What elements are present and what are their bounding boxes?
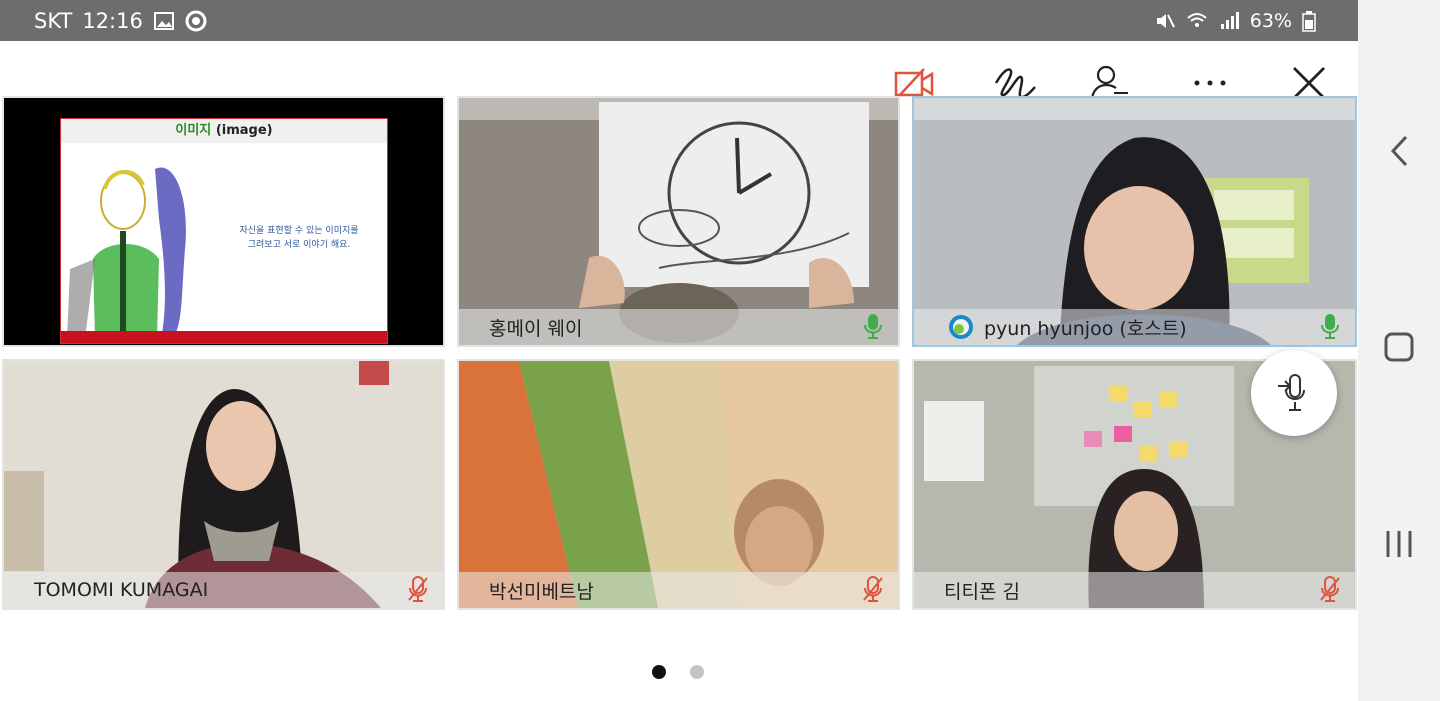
video-tile[interactable]: 홍메이 웨이 [457, 96, 900, 347]
participant-name: pyun hyunjoo (호스트) [984, 317, 1187, 340]
participant-name-bar: 홍메이 웨이 [459, 309, 898, 345]
gallery-icon [153, 10, 175, 32]
battery-icon [1302, 10, 1324, 32]
floating-exit-button[interactable] [1251, 350, 1337, 436]
page-dot-active[interactable] [652, 665, 666, 679]
clock: 12:16 [82, 8, 143, 33]
system-nav-bar [1358, 0, 1440, 701]
slide-title: 이미지 (image) [61, 119, 387, 143]
slide-title-english: (image) [215, 123, 273, 138]
carrier-label: SKT [34, 8, 73, 33]
mic-muted-icon [1320, 576, 1340, 602]
presentation-slide: 이미지 (image) 자신을 표현할 수 있는 이미지를 그려보고 서로 이야… [60, 118, 388, 344]
mic-muted-icon [408, 576, 428, 602]
home-icon[interactable] [1358, 317, 1440, 377]
participant-name-bar: TOMOMI KUMAGAI [4, 572, 443, 608]
page-dot-inactive[interactable] [690, 665, 704, 679]
wifi-icon [1186, 10, 1208, 32]
back-icon[interactable] [1358, 121, 1440, 181]
active-speaker-tile[interactable]: pyun hyunjoo (호스트) [912, 96, 1357, 347]
signal-icon [1218, 10, 1240, 32]
participant-name: 티티폰 김 [944, 580, 1020, 603]
participant-name-bar: 티티폰 김 [914, 572, 1355, 608]
slide-footer-bar [61, 331, 387, 343]
child-drawing-image [67, 167, 186, 339]
participant-name: TOMOMI KUMAGAI [34, 579, 209, 601]
participant-name: 홍메이 웨이 [489, 317, 583, 340]
slide-body-text: 자신을 표현할 수 있는 이미지를 그려보고 서로 이야기 해요. [229, 224, 369, 252]
mic-on-icon [864, 314, 882, 339]
participant-name: 박선미베트남 [489, 580, 594, 603]
host-avatar-icon [949, 315, 973, 339]
slide-title-korean: 이미지 [175, 123, 212, 138]
participant-name-bar: 박선미베트남 [459, 572, 898, 608]
mic-on-icon [1321, 314, 1339, 339]
status-bar: SKT 12:16 63% [0, 0, 1358, 41]
slide-text-line1: 자신을 표현할 수 있는 이미지를 [239, 226, 359, 236]
page-indicator [652, 665, 704, 679]
sync-icon [185, 10, 207, 32]
mute-icon [1154, 10, 1176, 32]
battery-percent: 63% [1249, 9, 1292, 32]
recent-apps-icon[interactable] [1358, 514, 1440, 574]
door-exit-icon [1278, 374, 1305, 411]
shared-screen-tile[interactable]: 이미지 (image) 자신을 표현할 수 있는 이미지를 그려보고 서로 이야… [2, 96, 445, 347]
mic-muted-icon [863, 576, 883, 602]
video-tile[interactable]: 박선미베트남 [457, 359, 900, 610]
participant-name-bar: pyun hyunjoo (호스트) [914, 309, 1355, 345]
video-tile[interactable]: TOMOMI KUMAGAI [2, 359, 445, 610]
slide-text-line2: 그려보고 서로 이야기 해요. [247, 240, 351, 250]
